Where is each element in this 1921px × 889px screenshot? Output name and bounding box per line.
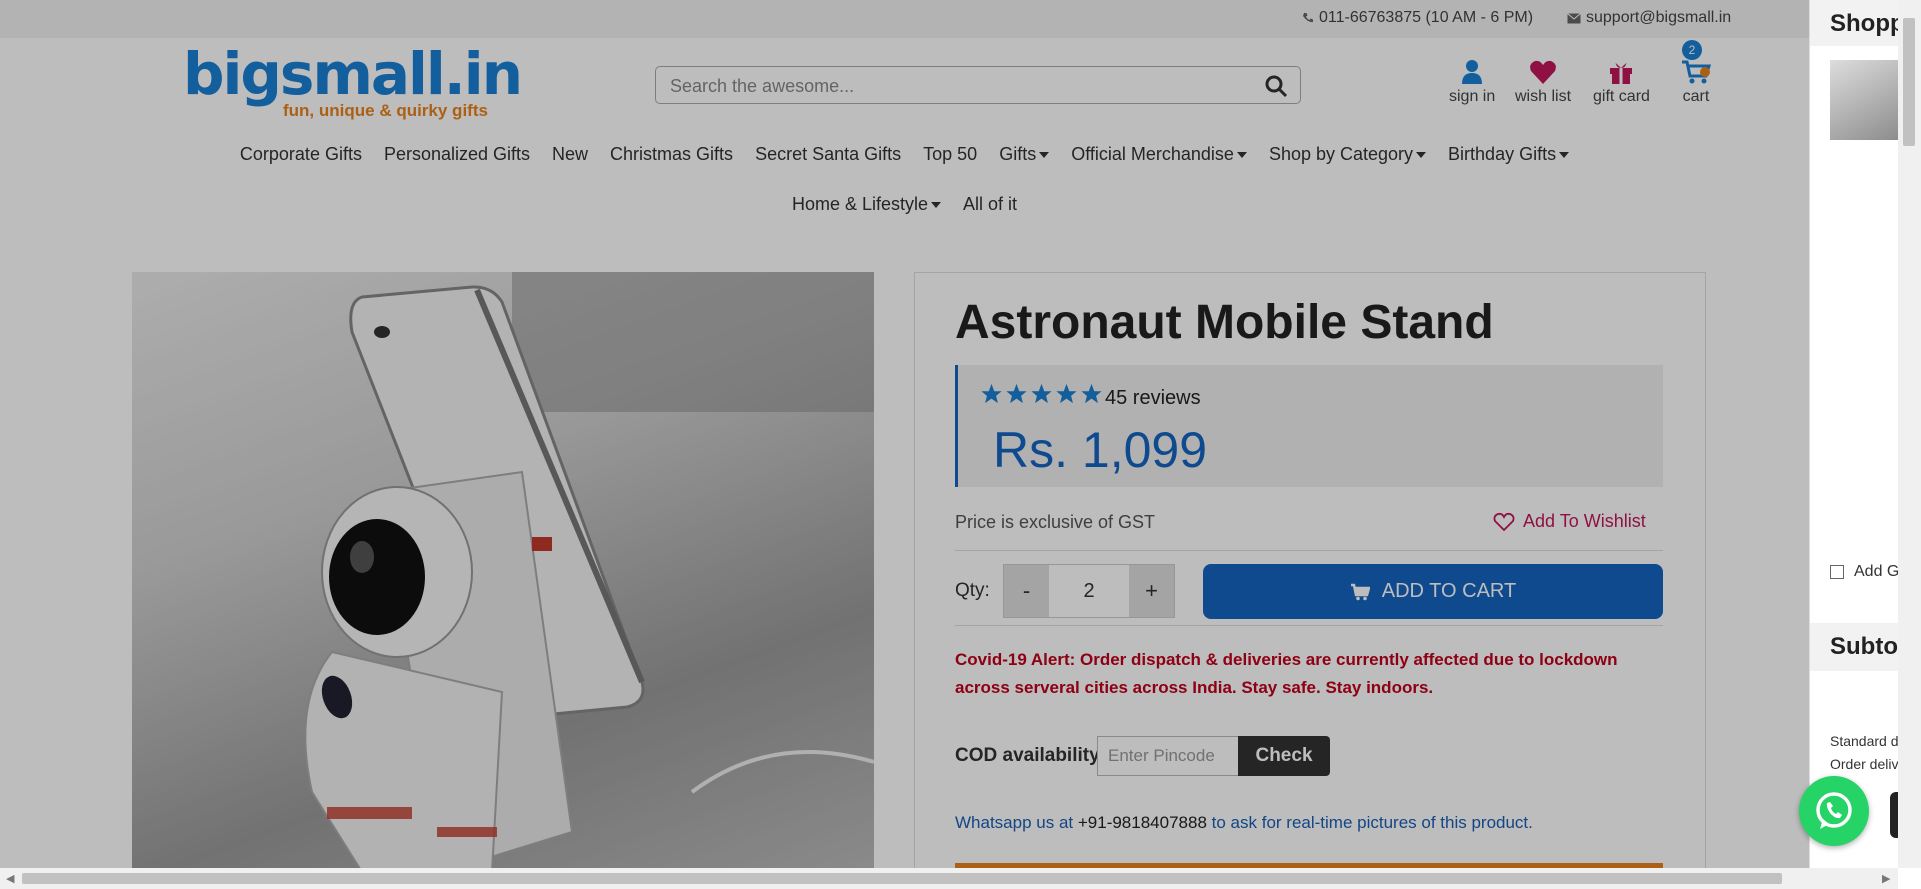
delivery-note-2: Order deliv [1830, 756, 1899, 772]
delivery-note-1: Standard d [1830, 733, 1899, 749]
scroll-thumb[interactable] [22, 873, 1782, 884]
scroll-right-arrow[interactable]: ▶ [1882, 872, 1890, 885]
whatsapp-icon [1816, 792, 1852, 829]
product-page: 011-66763875 (10 AM - 6 PM) support@bigs… [0, 0, 1809, 868]
gift-wrap-checkbox[interactable]: Add G [1830, 563, 1899, 581]
vertical-scrollbar[interactable] [1898, 0, 1921, 868]
whatsapp-chat-button[interactable] [1799, 776, 1869, 846]
horizontal-scrollbar[interactable]: ◀ ▶ [0, 868, 1898, 889]
checkbox-label: Add G [1854, 563, 1900, 580]
scroll-thumb[interactable] [1903, 18, 1915, 146]
checkbox[interactable] [1830, 565, 1844, 579]
drawer-backdrop-overlay[interactable] [0, 0, 1809, 868]
scroll-left-arrow[interactable]: ◀ [6, 872, 14, 885]
